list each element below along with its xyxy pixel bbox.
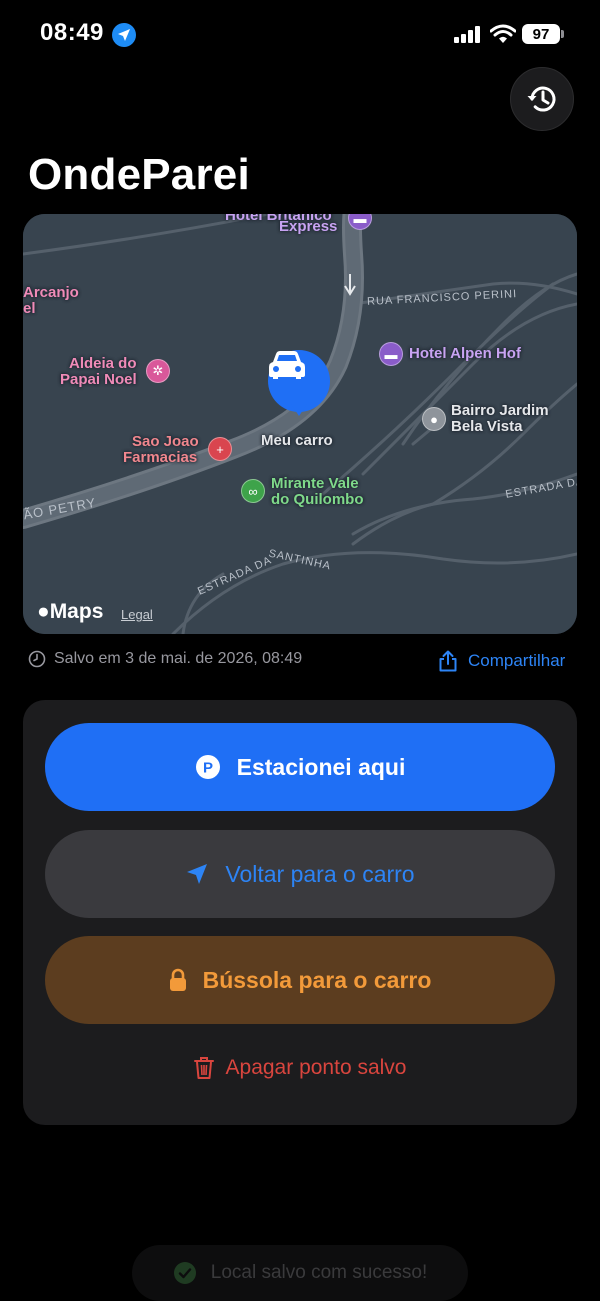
poi-aldeia-label: Aldeia do: [69, 355, 137, 372]
history-button[interactable]: [510, 67, 574, 131]
map-view[interactable]: Hotel Britânico Express ▬ Arcanjo el Ald…: [23, 214, 577, 634]
car-label: Meu carro: [261, 432, 333, 449]
page-title: OndeParei: [28, 150, 250, 199]
pharmacy-cross-icon: +: [208, 437, 232, 461]
apple-logo-icon: ●: [37, 600, 50, 623]
checkmark-circle-icon: [173, 1262, 196, 1284]
neighborhood-dot-icon: ●: [422, 407, 446, 431]
poi-bairro-label: Bairro Jardim: [451, 402, 549, 419]
share-label: Compartilhar: [468, 651, 566, 670]
back-to-car-label: Voltar para o carro: [225, 860, 415, 887]
delete-saved-point-label: Apagar ponto salvo: [225, 1056, 407, 1079]
success-toast: Local salvo com sucesso!: [132, 1245, 468, 1301]
share-icon: [439, 650, 457, 672]
saved-info: Salvo em 3 de mai. de 2026, 08:49: [28, 650, 302, 668]
delete-saved-point-button[interactable]: Apagar ponto salvo: [23, 1056, 577, 1080]
saved-text: Salvo em 3 de mai. de 2026, 08:49: [54, 650, 303, 667]
clock-icon: [28, 650, 46, 668]
battery-indicator: 97: [522, 24, 560, 44]
cellular-signal-icon: [454, 26, 480, 43]
poi-arcanjo-label: Arcanjo: [23, 284, 79, 301]
status-time: 08:49: [40, 19, 104, 46]
trash-icon: [193, 1057, 214, 1079]
car-icon: [269, 351, 305, 379]
park-here-button[interactable]: P Estacionei aqui: [45, 723, 555, 811]
parking-icon: P: [195, 755, 220, 779]
poi-sao-joao-label: Sao Joao: [132, 433, 199, 450]
navigation-arrow-icon: [187, 864, 208, 884]
share-button[interactable]: Compartilhar: [438, 650, 565, 672]
ferris-wheel-icon: ✲: [146, 359, 170, 383]
back-to-car-button[interactable]: Voltar para o carro: [45, 830, 555, 918]
wifi-icon: [490, 24, 516, 43]
poi-hotel-alpen-label: Hotel Alpen Hof: [409, 345, 521, 362]
svg-text:P: P: [203, 760, 213, 777]
compass-to-car-label: Bússola para o carro: [202, 966, 432, 993]
poi-hotel-express-label: Express: [279, 218, 338, 235]
binoculars-icon: ∞: [241, 479, 265, 503]
lock-icon: [169, 968, 186, 991]
poi-mirante-label: Mirante Vale: [271, 475, 359, 492]
toast-text: Local salvo com sucesso!: [210, 1262, 428, 1283]
poi-mirante-label-2: do Quilombo: [271, 491, 364, 508]
maps-logo: ●Maps: [37, 600, 103, 624]
poi-aldeia-label-2: Papai Noel: [60, 371, 137, 388]
car-pin-tip: [291, 404, 307, 416]
actions-panel: P Estacionei aqui Voltar para o carro Bú…: [23, 700, 577, 1125]
compass-to-car-button[interactable]: Bússola para o carro: [45, 936, 555, 1024]
legal-link[interactable]: Legal: [121, 607, 153, 622]
battery-tip: [561, 30, 564, 38]
park-here-label: Estacionei aqui: [236, 753, 406, 780]
poi-bairro-label-2: Bela Vista: [451, 418, 523, 435]
location-arrow-icon: [112, 23, 136, 47]
poi-arcanjo-label-2: el: [23, 300, 36, 317]
history-clock-icon: [527, 86, 556, 112]
bed-icon-2: ▬: [379, 342, 403, 366]
maps-brand: Maps: [49, 600, 104, 623]
car-pin[interactable]: [268, 350, 330, 412]
poi-sao-joao-label-2: Farmacias: [123, 449, 198, 466]
